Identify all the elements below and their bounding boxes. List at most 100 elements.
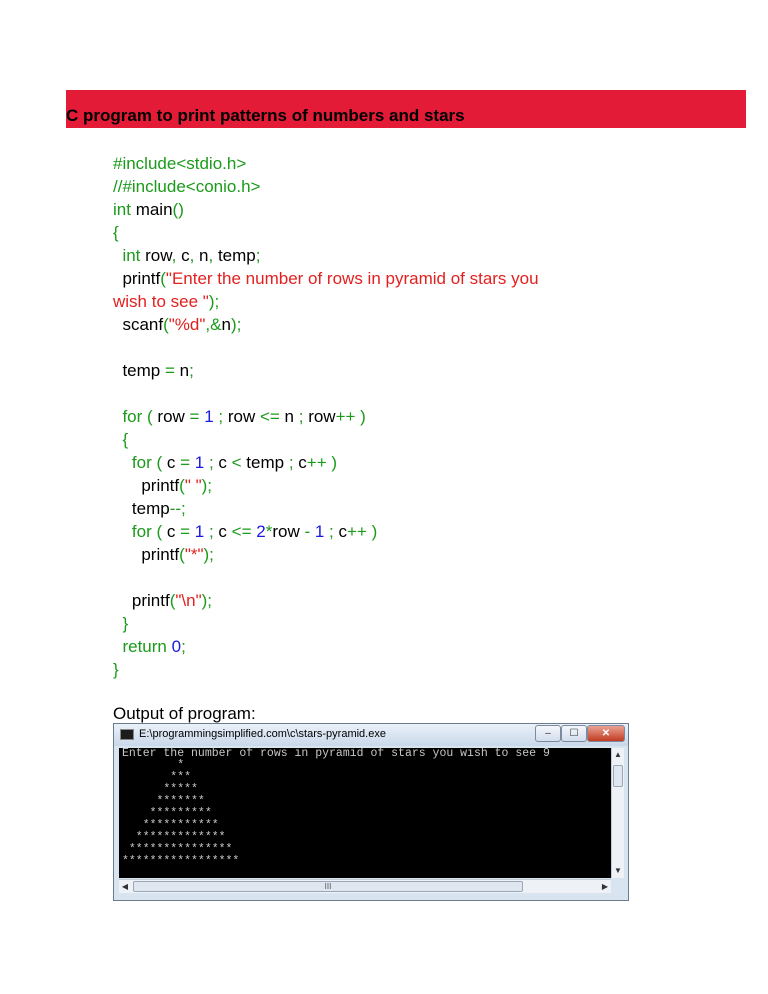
console-title: E:\programmingsimplified.com\c\stars-pyr…	[139, 728, 386, 740]
vertical-scrollbar[interactable]: ▲ ▼	[611, 748, 624, 878]
horizontal-scrollbar[interactable]: ◀ III ▶	[119, 879, 611, 893]
scroll-down-arrow-icon[interactable]: ▼	[612, 864, 624, 878]
code-line: }	[113, 658, 539, 681]
code-token: "Enter the number of rows in pyramid of …	[165, 269, 539, 288]
code-line: //#include<conio.h>	[113, 175, 539, 198]
code-token: 1	[194, 453, 205, 472]
code-token: =	[189, 407, 200, 426]
code-token: =	[164, 361, 175, 380]
code-token: 2	[256, 522, 266, 541]
code-line: scanf("%d",&n);	[113, 313, 539, 336]
code-line: {	[113, 221, 539, 244]
code-token: 1	[204, 407, 214, 426]
console-output: Enter the number of rows in pyramid of s…	[119, 748, 611, 878]
code-token: row	[227, 407, 260, 426]
code-token: ;	[204, 453, 219, 472]
code-token: printf	[113, 545, 180, 564]
code-token: scanf	[113, 315, 164, 334]
code-token: ;	[255, 246, 261, 265]
code-token: n	[279, 407, 299, 426]
code-token: c	[218, 522, 232, 541]
code-token: c	[166, 522, 181, 541]
code-token: printf	[113, 269, 161, 288]
scroll-up-arrow-icon[interactable]: ▲	[612, 748, 624, 762]
code-token: for	[131, 453, 152, 472]
code-line: temp--;	[113, 497, 539, 520]
code-line: return 0;	[113, 635, 539, 658]
code-token: {	[113, 223, 119, 242]
code-token: );	[201, 476, 212, 495]
code-line: for ( c = 1 ; c < temp ; c++ )	[113, 451, 539, 474]
code-token: c	[338, 522, 348, 541]
code-token: row	[272, 522, 305, 541]
code-token: int	[113, 200, 131, 219]
code-token: ++ )	[335, 407, 366, 426]
code-line: printf("\n");	[113, 589, 539, 612]
code-token: n	[194, 246, 209, 265]
code-line: wish to see ");	[113, 290, 539, 313]
code-token: ++ )	[306, 453, 338, 472]
console-line: Enter the number of rows in pyramid of s…	[122, 748, 550, 760]
code-token: &	[210, 315, 222, 334]
code-token: );	[230, 315, 242, 334]
code-token: ;	[189, 361, 194, 380]
horizontal-scroll-thumb[interactable]: III	[133, 881, 523, 892]
code-token: --;	[169, 499, 186, 518]
code-line: }	[113, 612, 539, 635]
code-token: c	[176, 246, 190, 265]
scroll-right-arrow-icon[interactable]: ▶	[599, 880, 611, 893]
code-token: temp	[241, 453, 289, 472]
code-token: int	[122, 246, 141, 265]
code-token: printf	[113, 476, 180, 495]
code-line: {	[113, 428, 539, 451]
maximize-button[interactable]: ☐	[561, 725, 587, 742]
code-token: (	[142, 407, 158, 426]
scroll-left-arrow-icon[interactable]: ◀	[119, 880, 131, 893]
code-token: ;	[324, 522, 339, 541]
code-token: {	[122, 430, 129, 449]
code-token: <=	[259, 407, 280, 426]
code-token: temp	[213, 246, 256, 265]
code-token: );	[201, 591, 212, 610]
code-token: n	[221, 315, 231, 334]
code-token: for	[122, 407, 143, 426]
code-token: 1	[194, 522, 205, 541]
code-token: row	[140, 246, 172, 265]
code-block: #include<stdio.h> //#include<conio.h> int …	[113, 152, 539, 681]
code-token: n	[174, 361, 190, 380]
code-token: #include<stdio.h>	[113, 154, 247, 173]
code-token: printf	[113, 591, 170, 610]
code-token: (	[151, 522, 167, 541]
code-token: 1	[314, 522, 325, 541]
code-token: 0	[171, 637, 182, 656]
code-token: );	[203, 545, 214, 564]
minimize-button[interactable]: –	[535, 725, 561, 742]
vertical-scroll-thumb[interactable]	[613, 765, 623, 787]
code-token: ;	[181, 637, 186, 656]
close-button[interactable]: ✕	[587, 725, 625, 742]
code-token: " "	[184, 476, 202, 495]
code-token: ()	[172, 200, 184, 219]
code-token: ;	[204, 522, 219, 541]
code-token: (	[151, 453, 167, 472]
code-token: c	[218, 453, 232, 472]
code-line: for ( c = 1 ; c <= 2*row - 1 ; c++ )	[113, 520, 539, 543]
code-token: "\n"	[175, 591, 202, 610]
code-token: <=	[231, 522, 252, 541]
console-titlebar[interactable]: E:\programmingsimplified.com\c\stars-pyr…	[114, 724, 628, 746]
output-label: Output of program:	[113, 704, 256, 723]
code-token: //#include<conio.h>	[113, 177, 261, 196]
code-token: );	[208, 292, 220, 311]
code-token: =	[180, 522, 191, 541]
console-line: *****************	[122, 855, 240, 868]
code-token: wish to see "	[113, 292, 209, 311]
code-token: <	[231, 453, 242, 472]
code-token: for	[131, 522, 152, 541]
heading-banner: C program to print patterns of numbers a…	[66, 90, 746, 128]
code-token: }	[122, 614, 129, 633]
